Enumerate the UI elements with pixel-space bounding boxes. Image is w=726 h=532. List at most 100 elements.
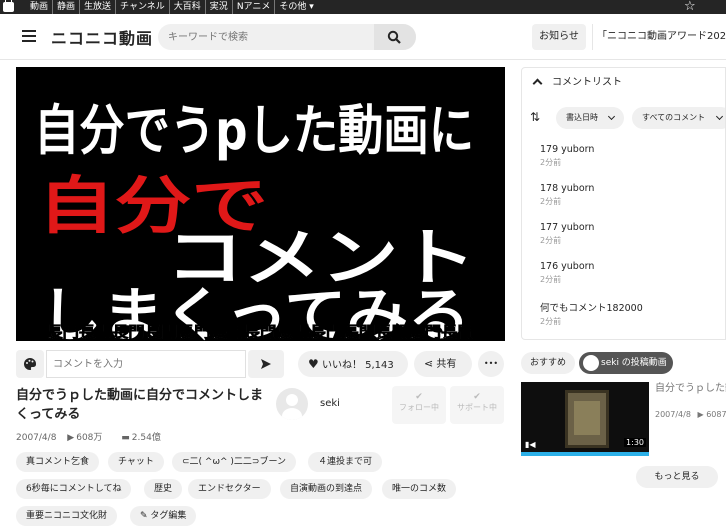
edit-icon: ✎ — [140, 511, 148, 521]
sort-select[interactable]: 書込日時 — [556, 107, 624, 129]
tag-item[interactable]: 真コメント乞食 — [16, 452, 100, 472]
comment-text: 何でもコメント182000 — [540, 303, 643, 314]
comment-row[interactable]: 179 yuborn 2分前 — [540, 144, 720, 168]
video-stats: 2007/4/8 ▶ 608万 ▬ 2.54億 — [16, 430, 177, 443]
comment-text: 177 yuborn — [540, 222, 595, 233]
support-label: サポート中 — [457, 403, 497, 412]
comment-text: 176 yuborn — [540, 261, 595, 272]
recommended-video-meta: 2007/4/8 ▶ 6087 — [655, 410, 726, 419]
more-options-button[interactable]: ••• — [478, 351, 504, 377]
uploader-name[interactable]: seki — [320, 398, 340, 409]
filter-select[interactable]: すべてのコメント — [632, 107, 725, 129]
search-icon — [387, 30, 401, 44]
view-count: 608万 — [76, 433, 103, 443]
tag-item[interactable]: ⊂二( ^ω^ )二二⊃ブーン — [172, 452, 296, 472]
comment-list-header[interactable]: コメントリスト — [522, 68, 725, 98]
tag-item[interactable]: 自演動画の到達点 — [280, 479, 373, 499]
comment-time: 2分前 — [540, 236, 562, 245]
recommended-video-date: 2007/4/8 — [655, 410, 691, 419]
check-icon: ✔ — [415, 392, 423, 402]
comment-text: 178 yuborn — [540, 183, 595, 194]
like-button[interactable]: ♥ いいね！ 5,143 — [298, 351, 408, 377]
comment-list-panel: コメントリスト ⇅ 書込日時 すべてのコメント 179 yuborn 2分前 1… — [521, 67, 726, 340]
chevron-up-icon — [532, 78, 543, 89]
recommended-video-title[interactable]: 自分でうｐした動画 — [655, 382, 726, 410]
thumbnail-art — [565, 390, 609, 448]
nav-channel[interactable]: チャンネル — [116, 0, 170, 14]
nav-video[interactable]: 動画 — [26, 0, 54, 14]
share-label: 共有 — [436, 359, 457, 370]
nav-jikkyo[interactable]: 実況 — [206, 0, 233, 14]
recommended-video-views: 6087 — [706, 410, 726, 419]
tag-item[interactable]: エンドセクター — [188, 479, 271, 499]
comment-color-button[interactable] — [16, 350, 44, 378]
nav-anime[interactable]: Nアニメ — [233, 0, 276, 14]
play-icon: ▶ — [67, 433, 75, 443]
watch-progress-bar — [521, 452, 649, 456]
upload-date: 2007/4/8 — [16, 433, 57, 443]
top-nav: 動画 静画 生放送 チャンネル 大百科 実況 Nアニメ その他 ▾ — [26, 0, 318, 14]
share-button[interactable]: ⋖ 共有 — [414, 351, 472, 377]
play-icon: ▶ — [697, 410, 704, 419]
uploader-mini-avatar — [583, 355, 599, 371]
site-top-bar: 動画 静画 生放送 チャンネル 大百科 実況 Nアニメ その他 ▾ ☆ — [0, 0, 726, 14]
tag-item[interactable]: ４連投まで可 — [308, 452, 383, 472]
tag-edit-label: タグ編集 — [150, 511, 187, 521]
follow-button[interactable]: ✔ フォロー中 — [392, 386, 446, 424]
comment-row[interactable]: 176 yuborn 2分前 — [540, 261, 720, 285]
see-more-button[interactable]: もっと見る — [636, 466, 718, 488]
comment-time: 2分前 — [540, 275, 562, 284]
share-icon: ⋖ — [424, 357, 434, 370]
search-input[interactable] — [168, 24, 378, 50]
tag-item[interactable]: 重要ニコニコ文化財 — [16, 506, 118, 526]
video-title: 自分でうｐした動画に自分でコメントしまくってみる — [16, 388, 264, 422]
comment-time: 2分前 — [540, 158, 562, 167]
uploader-avatar[interactable] — [276, 388, 308, 420]
follow-label: フォロー中 — [399, 403, 439, 412]
comment-text: 179 yuborn — [540, 144, 595, 155]
star-icon[interactable]: ☆ — [684, 0, 696, 14]
niconico-tv-icon[interactable] — [3, 0, 14, 12]
heart-icon: ♥ — [308, 357, 319, 371]
sort-order-icon[interactable]: ⇅ — [530, 110, 540, 124]
tag-item[interactable]: チャット — [108, 452, 164, 472]
comment-input-bar — [16, 350, 286, 378]
check-icon: ✔ — [473, 392, 481, 402]
like-count: いいね！ 5,143 — [321, 360, 394, 371]
recommended-video-thumbnail[interactable]: ▮◀ 1:30 — [521, 382, 649, 456]
hamburger-menu-icon[interactable] — [22, 30, 36, 42]
notification-button[interactable]: お知らせ — [532, 24, 586, 50]
tag-item[interactable]: 歴史 — [144, 479, 183, 499]
tag-item[interactable]: 唯一のコメ数 — [382, 479, 457, 499]
view-count-wrap: ▶ 608万 — [67, 433, 110, 443]
comment-time: 2分前 — [540, 317, 562, 326]
send-icon — [261, 359, 271, 369]
comment-time: 2分前 — [540, 197, 562, 206]
comment-count: 2.54億 — [131, 433, 161, 443]
support-button[interactable]: ✔ サポート中 — [450, 386, 504, 424]
comment-row[interactable]: 177 yuborn 2分前 — [540, 222, 720, 246]
nav-live[interactable]: 生放送 — [80, 0, 117, 14]
nav-other[interactable]: その他 ▾ — [275, 0, 317, 14]
nav-seiga[interactable]: 静画 — [53, 0, 81, 14]
comment-row[interactable]: 178 yuborn 2分前 — [540, 183, 720, 207]
main-header: ニコニコ動画 お知らせ 「ニコニコ動画アワード2025 — [0, 14, 726, 60]
tag-item[interactable]: 6秒毎にコメントしてね — [16, 479, 132, 499]
tag-edit-button[interactable]: ✎ タグ編集 — [130, 506, 197, 526]
comment-overlay: 長門長門長門長門長門長門長門長門長門長門長門長門長門 — [46, 323, 474, 341]
comment-row[interactable]: 何でもコメント182000 2分前 — [540, 300, 720, 327]
tab-uploader-label: seki の投稿動画 — [601, 358, 667, 368]
site-logo[interactable]: ニコニコ動画 — [51, 25, 153, 49]
nav-dic[interactable]: 大百科 — [170, 0, 206, 14]
comment-input[interactable] — [46, 350, 246, 378]
comment-list-title: コメントリスト — [552, 77, 622, 88]
tab-uploader-videos[interactable]: seki の投稿動画 — [579, 352, 673, 374]
palette-icon — [24, 357, 37, 370]
pause-icon: ▮◀ — [525, 440, 536, 449]
search-button[interactable] — [374, 24, 416, 50]
video-player[interactable]: 自分でうpした動画に 自分で コメント しまくってみる 長門長門長門長門長門長門… — [16, 67, 505, 341]
award-banner-link[interactable]: 「ニコニコ動画アワード2025 — [592, 24, 726, 50]
video-frame: 自分でうpした動画に 自分で コメント しまくってみる 長門長門長門長門長門長門… — [34, 99, 476, 341]
comment-send-button[interactable] — [248, 350, 284, 378]
tab-recommend[interactable]: おすすめ — [521, 352, 575, 374]
